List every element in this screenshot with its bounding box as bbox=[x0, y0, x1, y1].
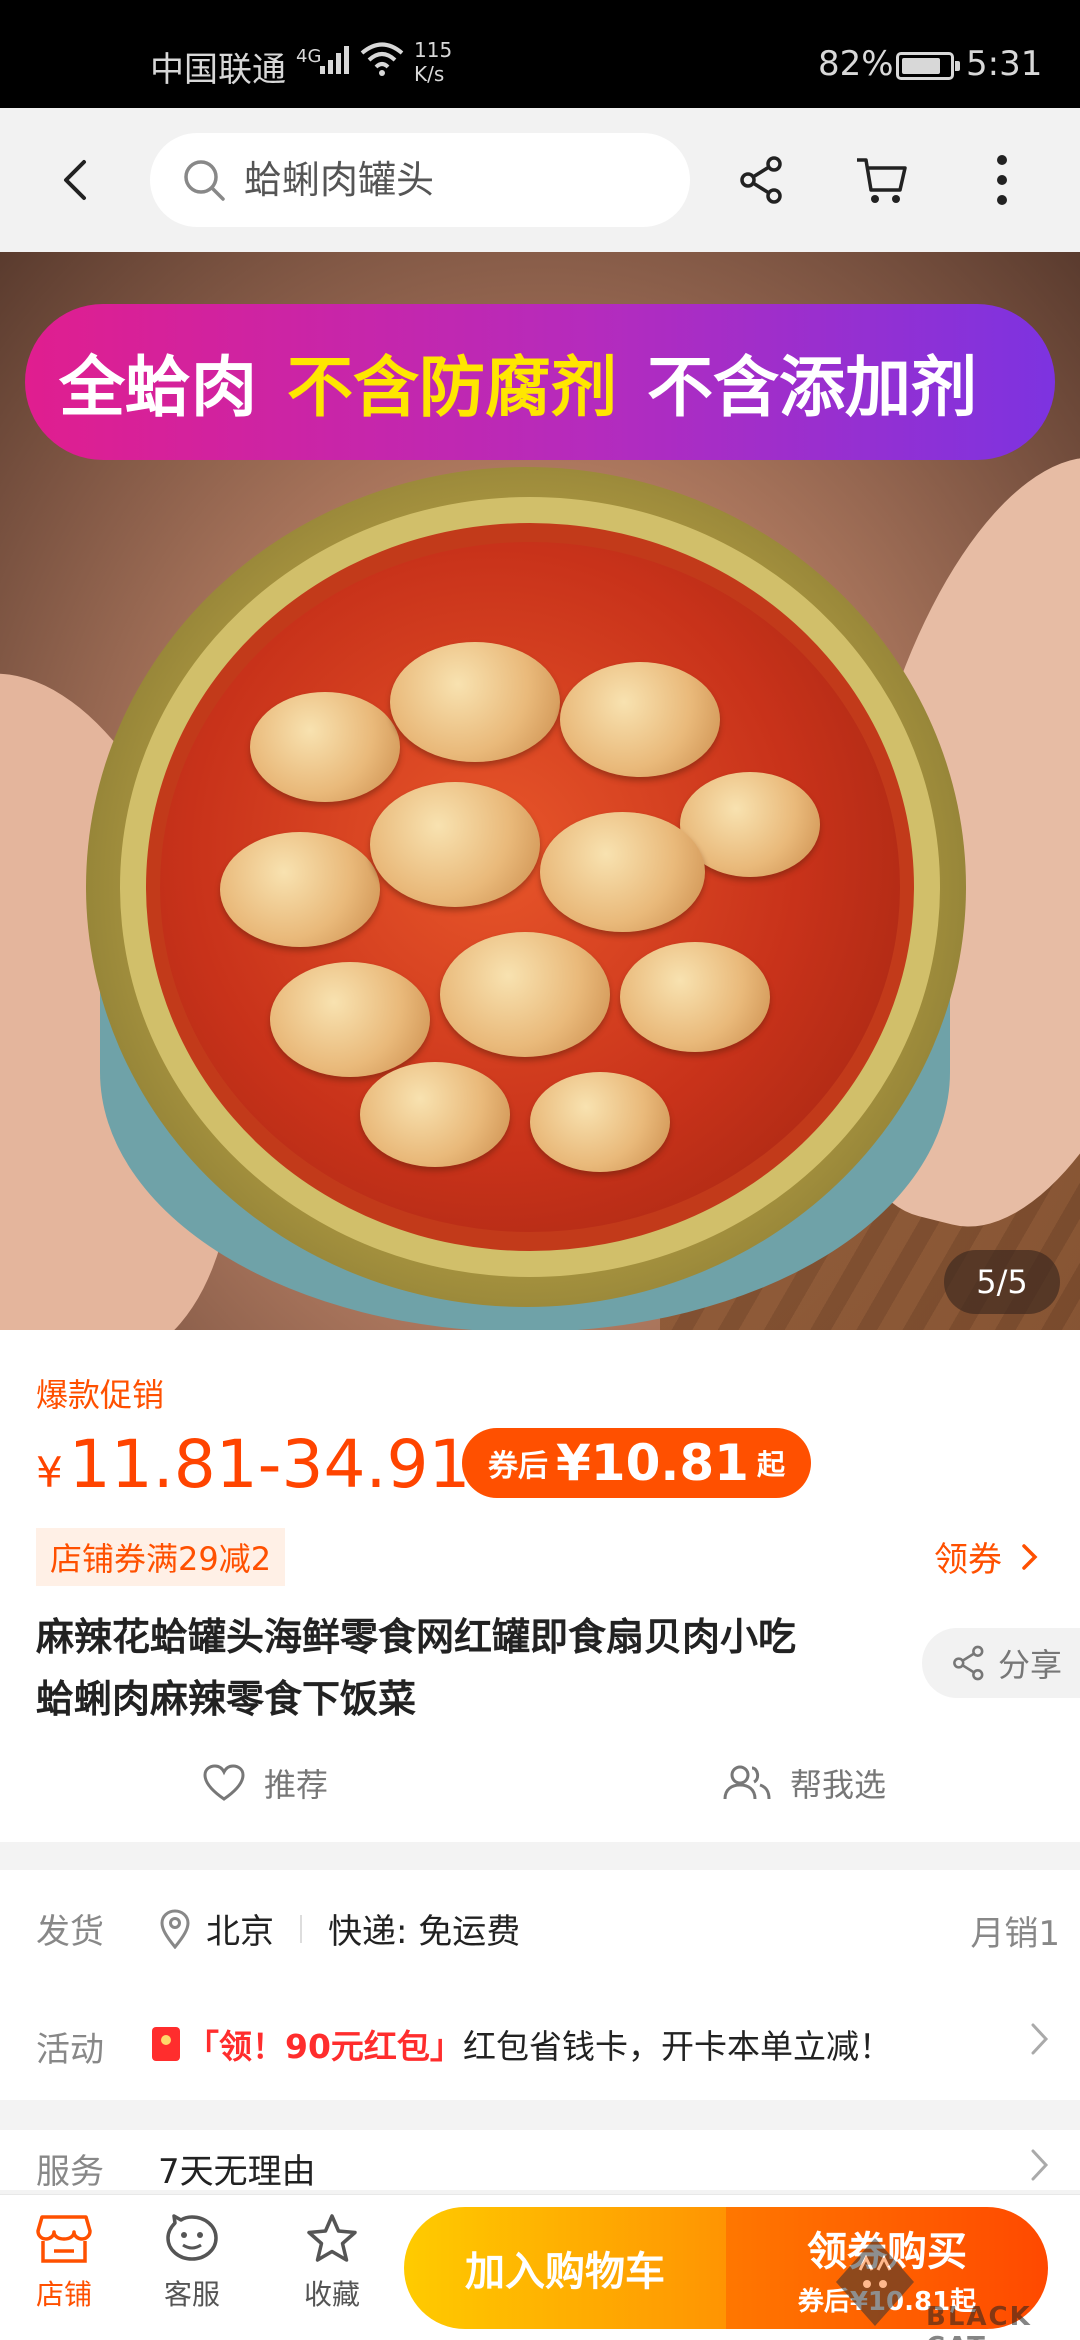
tab-customer-service[interactable]: 客服 bbox=[142, 2213, 242, 2313]
battery-icon bbox=[896, 52, 960, 80]
carrier-name: 中国联通 bbox=[150, 50, 286, 90]
product-title: 麻辣花蛤罐头海鲜零食网红罐即食扇贝肉小吃 蛤蜊肉麻辣零食下饭菜 bbox=[36, 1615, 797, 1721]
promo-banner: 全蛤肉 不含防腐剂 不含添加剂 bbox=[25, 304, 1055, 460]
chat-smile-icon bbox=[166, 2214, 218, 2261]
cart-button[interactable] bbox=[846, 144, 918, 216]
status-bar: 中国联通 4G 115 K/s 82% 5:31 bbox=[0, 0, 1080, 108]
activity-label: 活动 bbox=[36, 2030, 104, 2070]
image-counter: 5/5 bbox=[944, 1250, 1060, 1314]
banner-text-left: 全蛤肉 bbox=[59, 349, 257, 426]
clam bbox=[360, 1062, 510, 1167]
share-button[interactable] bbox=[726, 144, 798, 216]
cart-icon bbox=[857, 158, 907, 203]
price-range: 11.81-34.91 bbox=[68, 1426, 471, 1503]
shop-coupon-tag[interactable]: 店铺券满29减2 bbox=[36, 1528, 286, 1586]
activity-row[interactable]: 「领！90元红包」 红包省钱卡，开卡本单立减！ bbox=[152, 2020, 892, 2068]
banner-text-mid: 不含防腐剂 bbox=[287, 349, 617, 426]
clock: 5:31 bbox=[966, 44, 1043, 84]
back-icon bbox=[64, 160, 86, 200]
currency-symbol: ¥ bbox=[36, 1448, 63, 1497]
more-button[interactable] bbox=[966, 144, 1038, 216]
divider bbox=[300, 1914, 302, 1943]
ship-city: 北京 bbox=[206, 1912, 274, 1952]
clam bbox=[390, 642, 560, 762]
clam bbox=[370, 782, 540, 907]
tab-favorite[interactable]: 收藏 bbox=[282, 2213, 382, 2313]
activity-highlight: 「领！90元红包」 bbox=[186, 2027, 463, 2066]
more-icon bbox=[997, 155, 1007, 205]
clam bbox=[530, 1072, 670, 1172]
get-coupon-link[interactable]: 领券 bbox=[934, 1532, 1044, 1581]
back-button[interactable] bbox=[40, 144, 112, 216]
top-navigation bbox=[0, 108, 1080, 252]
location-icon bbox=[160, 1908, 190, 1949]
service-label: 服务 bbox=[36, 2152, 104, 2190]
ship-label: 发货 bbox=[36, 1912, 104, 1952]
help-choose-button[interactable]: 帮我选 bbox=[722, 1760, 886, 1806]
clam bbox=[440, 932, 610, 1057]
chevron-right-icon bbox=[1022, 1543, 1038, 1570]
tab-shop[interactable]: 店铺 bbox=[14, 2213, 114, 2313]
heart-icon bbox=[203, 1764, 245, 1801]
share-icon bbox=[953, 1645, 984, 1681]
search-bar[interactable] bbox=[150, 133, 690, 227]
clam bbox=[540, 812, 705, 932]
service-row[interactable]: 服务 7天无理由 bbox=[0, 2130, 1080, 2190]
shipping-info[interactable]: 北京 快递: 免运费 bbox=[158, 1904, 520, 1953]
shop-icon bbox=[36, 2215, 92, 2263]
share-product-button[interactable]: 分享 bbox=[922, 1628, 1080, 1698]
clam bbox=[220, 832, 380, 947]
service-value: 7天无理由 bbox=[158, 2152, 316, 2190]
price: ¥11.81-34.91 bbox=[36, 1426, 470, 1503]
star-icon bbox=[307, 2214, 357, 2262]
wifi-icon bbox=[360, 42, 404, 76]
battery-percent: 82% bbox=[818, 44, 894, 84]
delivery-details: 发货 北京 快递: 免运费 月销1 活动 「领！90元红包」 红包省钱卡，开卡本… bbox=[0, 1870, 1080, 2100]
chevron-right-icon[interactable] bbox=[1028, 2020, 1052, 2058]
product-info: 爆款促销 ¥11.81-34.91 券后 ¥10.81 起 店铺券满29减2 领… bbox=[0, 1330, 1080, 1842]
can-contents bbox=[160, 542, 900, 1232]
activity-text: 红包省钱卡，开卡本单立减！ bbox=[462, 2027, 892, 2066]
watermark: BLACK CAT bbox=[830, 2232, 1080, 2340]
recommend-button[interactable]: 推荐 bbox=[202, 1760, 328, 1806]
signal-icon bbox=[320, 46, 349, 74]
ship-express: 快递: 免运费 bbox=[328, 1912, 521, 1952]
search-input[interactable] bbox=[244, 158, 684, 202]
promo-tag: 爆款促销 bbox=[36, 1376, 165, 1414]
clam bbox=[560, 662, 720, 777]
clam bbox=[270, 962, 430, 1077]
cat-logo-icon bbox=[836, 2238, 914, 2326]
banner-text-right: 不含添加剂 bbox=[647, 349, 977, 426]
clam bbox=[620, 942, 770, 1052]
users-icon bbox=[723, 1765, 771, 1800]
add-to-cart-button[interactable]: 加入购物车 bbox=[404, 2207, 726, 2329]
search-icon bbox=[184, 160, 225, 201]
monthly-sales: 月销1 bbox=[970, 1914, 1060, 1954]
red-envelope-icon bbox=[152, 2027, 180, 2061]
chevron-right-icon bbox=[1031, 2149, 1049, 2181]
clam bbox=[250, 692, 400, 802]
coupon-price-badge: 券后 ¥10.81 起 bbox=[462, 1428, 811, 1498]
product-image-carousel[interactable]: 全蛤肉 不含防腐剂 不含添加剂 5/5 bbox=[0, 252, 1080, 1330]
network-speed: 115 K/s bbox=[414, 38, 453, 86]
share-icon bbox=[740, 156, 782, 204]
